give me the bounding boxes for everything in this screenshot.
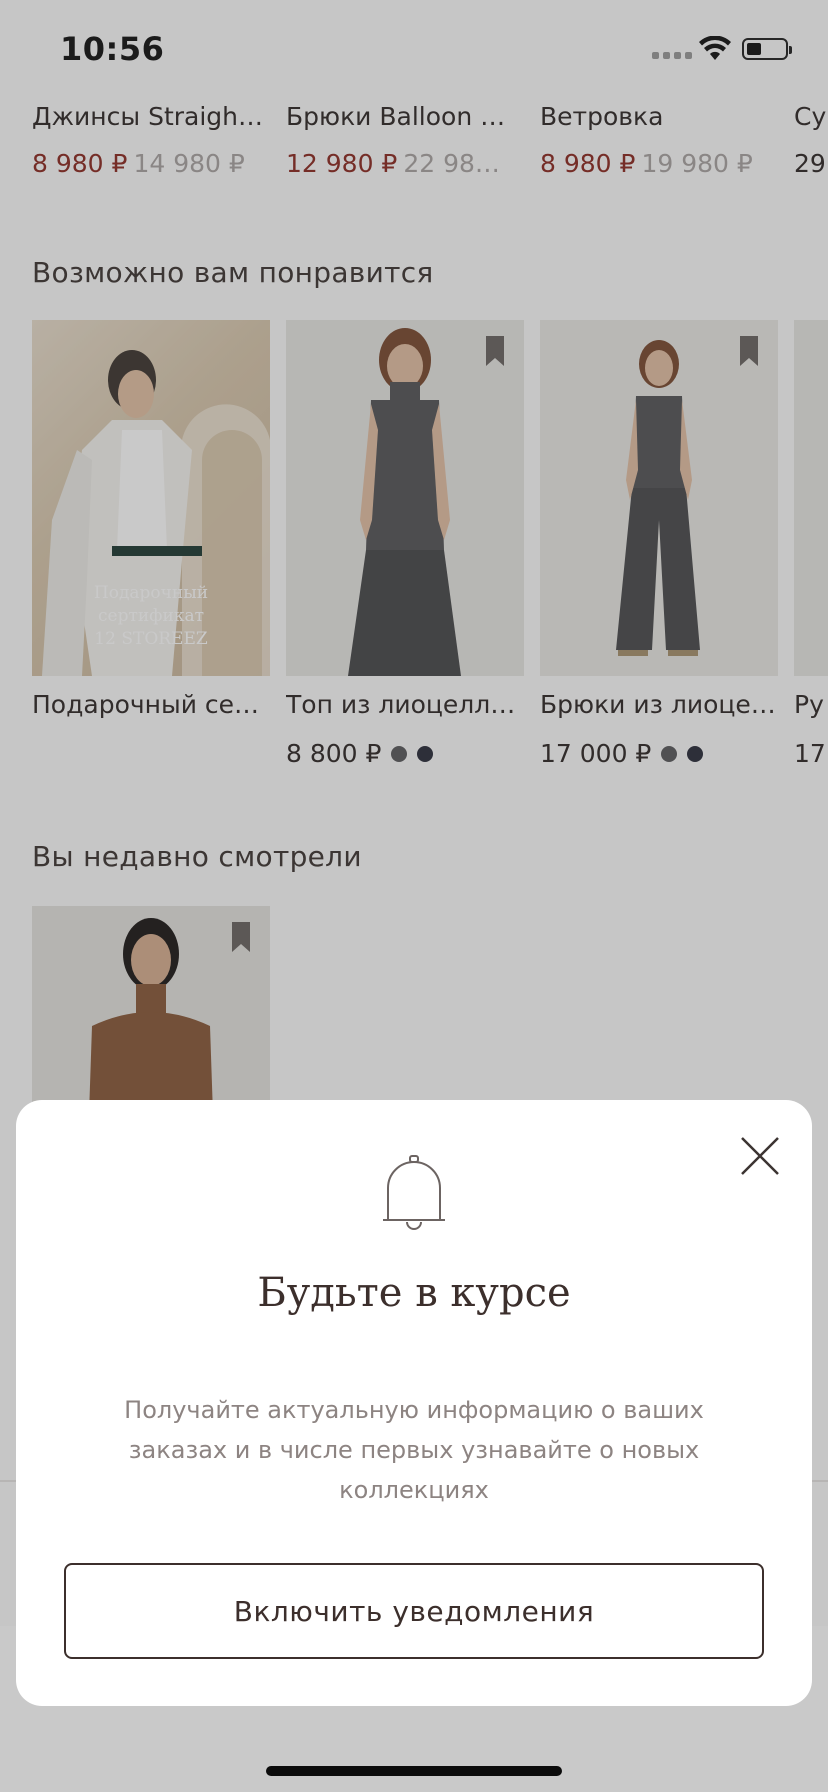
sheet-title: Будьте в курсе bbox=[257, 1270, 571, 1316]
close-icon[interactable] bbox=[738, 1134, 782, 1178]
bell-icon bbox=[383, 1155, 445, 1230]
enable-notifications-button[interactable]: Включить уведомления bbox=[64, 1563, 764, 1659]
notification-sheet: Будьте в курсе Получайте актуальную инфо… bbox=[16, 1100, 812, 1706]
home-indicator[interactable] bbox=[266, 1766, 562, 1776]
sheet-description: Получайте актуальную информацию о ваших … bbox=[124, 1396, 704, 1504]
